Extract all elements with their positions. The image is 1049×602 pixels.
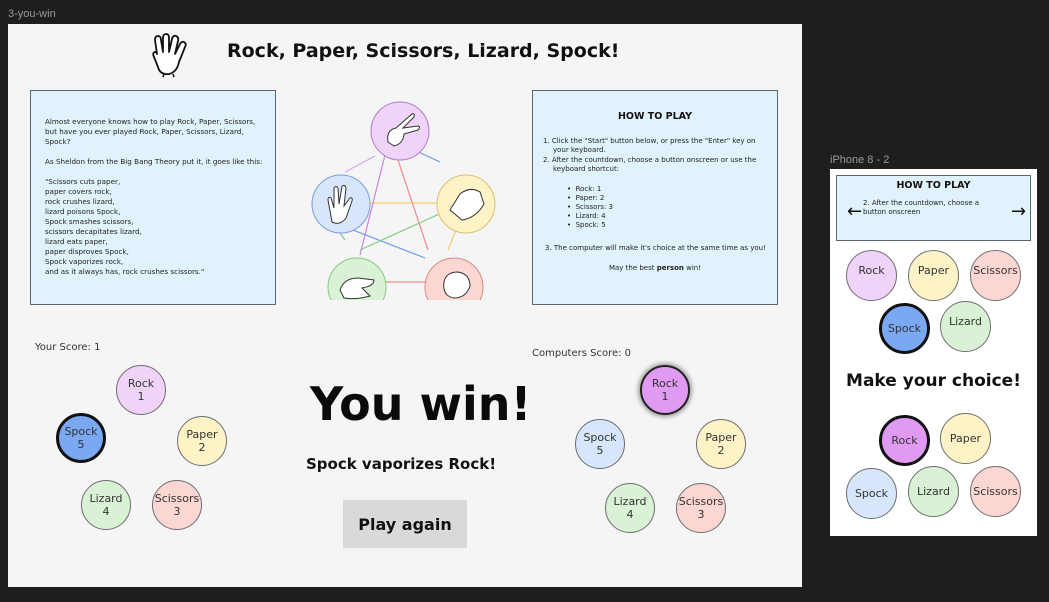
player-spock-label: Spock	[64, 425, 98, 438]
phone-top-spock-button[interactable]: Spock	[879, 303, 930, 354]
shortcut-paper-text: Paper: 2	[575, 194, 605, 202]
player-scissors-button[interactable]: Scissors 3	[152, 480, 202, 530]
frame-label-main: 3-you-win	[8, 8, 56, 20]
scissors-hand-icon	[370, 101, 430, 161]
computer-spock-key: 5	[596, 444, 604, 457]
phone-bottom-paper-label: Paper	[949, 432, 982, 445]
arrow-right-icon[interactable]: →	[1011, 203, 1026, 221]
phone-top-lizard-label: Lizard	[948, 315, 982, 328]
phone-bottom-rock-label: Rock	[891, 434, 918, 447]
shortcut-rock-text: Rock: 1	[575, 185, 602, 193]
closing-pre: May the best	[608, 264, 657, 272]
player-scissors-label: Scissors	[154, 492, 200, 505]
phone-top-rock-label: Rock	[858, 264, 885, 277]
computer-paper-button: Paper 2	[696, 419, 746, 469]
howto-panel: HOW TO PLAY 1. Click the "Start" button …	[532, 90, 778, 305]
phone-bottom-spock-button[interactable]: Spock	[846, 468, 897, 519]
phone-top-spock-label: Spock	[887, 322, 922, 335]
player-rock-key: 1	[137, 390, 145, 403]
phone-bottom-scissors-label: Scissors	[973, 485, 1018, 498]
computer-lizard-label: Lizard	[613, 495, 647, 508]
player-rock-label: Rock	[127, 377, 155, 390]
shortcut-spock: • Spock: 5	[567, 221, 606, 229]
phone-howto-title: HOW TO PLAY	[896, 180, 971, 191]
paper-hand-icon	[436, 174, 496, 234]
computer-spock-button: Spock 5	[575, 419, 625, 469]
phone-howto-panel: HOW TO PLAY ← 2. After the countdown, ch…	[836, 175, 1031, 241]
phone-bottom-paper-button[interactable]: Paper	[940, 413, 991, 464]
player-paper-button[interactable]: Paper 2	[177, 416, 227, 466]
phone-bottom-rock-button[interactable]: Rock	[879, 415, 930, 466]
player-rock-button[interactable]: Rock 1	[116, 365, 166, 415]
player-lizard-key: 4	[102, 505, 110, 518]
phone-bottom-scissors-button[interactable]: Scissors	[970, 466, 1021, 517]
player-paper-key: 2	[198, 441, 206, 454]
result-detail: Spock vaporizes Rock!	[306, 455, 497, 473]
player-lizard-button[interactable]: Lizard 4	[81, 480, 131, 530]
howto-step-3: 3. The computer will make it's choice at…	[545, 244, 766, 252]
vulcan-salute-hand-icon	[149, 32, 189, 78]
phone-top-rock-button[interactable]: Rock	[846, 250, 897, 301]
computer-rock-button: Rock 1	[640, 365, 690, 415]
computer-rock-label: Rock	[651, 377, 679, 390]
phone-bottom-lizard-button[interactable]: Lizard	[908, 466, 959, 517]
howto-step-2-cont: keyboard shortcut:	[553, 165, 620, 173]
computer-paper-label: Paper	[705, 431, 737, 444]
howto-closing: May the best person win!	[533, 264, 777, 274]
closing-post: win!	[683, 264, 702, 272]
rock-hand-icon	[424, 257, 484, 317]
rules-diagram	[300, 100, 500, 317]
computer-scissors-key: 3	[697, 508, 705, 521]
page-title: Rock, Paper, Scissors, Lizard, Spock!	[227, 40, 620, 62]
shortcut-spock-text: Spock: 5	[575, 221, 606, 229]
result-headline: You win!	[310, 377, 532, 431]
player-scissors-key: 3	[173, 505, 181, 518]
desktop-frame: Rock, Paper, Scissors, Lizard, Spock! Al…	[8, 24, 802, 587]
phone-top-scissors-label: Scissors	[973, 264, 1018, 277]
frame-label-phone: iPhone 8 - 2	[830, 154, 890, 166]
player-paper-label: Paper	[186, 428, 218, 441]
play-again-button[interactable]: Play again	[343, 500, 467, 548]
phone-top-paper-button[interactable]: Paper	[908, 250, 959, 301]
phone-top-paper-label: Paper	[917, 264, 950, 277]
computer-scissors-label: Scissors	[678, 495, 724, 508]
computer-lizard-button: Lizard 4	[605, 483, 655, 533]
arrow-left-icon[interactable]: ←	[847, 203, 862, 221]
howto-step-1-cont: your keyboard.	[553, 146, 606, 154]
computer-rock-key: 1	[661, 390, 669, 403]
computer-paper-key: 2	[717, 444, 725, 457]
intro-panel: Almost everyone knows how to play Rock, …	[30, 90, 276, 305]
lizard-hand-icon	[327, 257, 387, 317]
computer-spock-label: Spock	[583, 431, 617, 444]
shortcut-scissors-text: Scissors: 3	[575, 203, 613, 211]
phone-bottom-spock-label: Spock	[854, 487, 889, 500]
player-spock-key: 5	[77, 438, 85, 451]
player-lizard-label: Lizard	[89, 492, 123, 505]
intro-text: Almost everyone knows how to play Rock, …	[45, 117, 263, 276]
player-spock-button[interactable]: Spock 5	[56, 413, 106, 463]
shortcut-lizard-text: Lizard: 4	[575, 212, 606, 220]
phone-howto-text: 2. After the countdown, choose a button …	[863, 199, 980, 216]
howto-title: HOW TO PLAY	[617, 111, 692, 122]
phone-top-lizard-button[interactable]: Lizard	[940, 301, 991, 352]
closing-bold: person	[656, 264, 684, 272]
phone-frame: HOW TO PLAY ← 2. After the countdown, ch…	[830, 169, 1037, 536]
computer-scissors-button: Scissors 3	[676, 483, 726, 533]
phone-bottom-lizard-label: Lizard	[916, 485, 950, 498]
phone-top-scissors-button[interactable]: Scissors	[970, 250, 1021, 301]
spock-hand-icon	[311, 174, 371, 234]
computer-lizard-key: 4	[626, 508, 634, 521]
player-score: Your Score: 1	[35, 342, 101, 353]
make-choice-heading: Make your choice!	[846, 371, 1021, 391]
computer-score: Computers Score: 0	[532, 348, 632, 359]
